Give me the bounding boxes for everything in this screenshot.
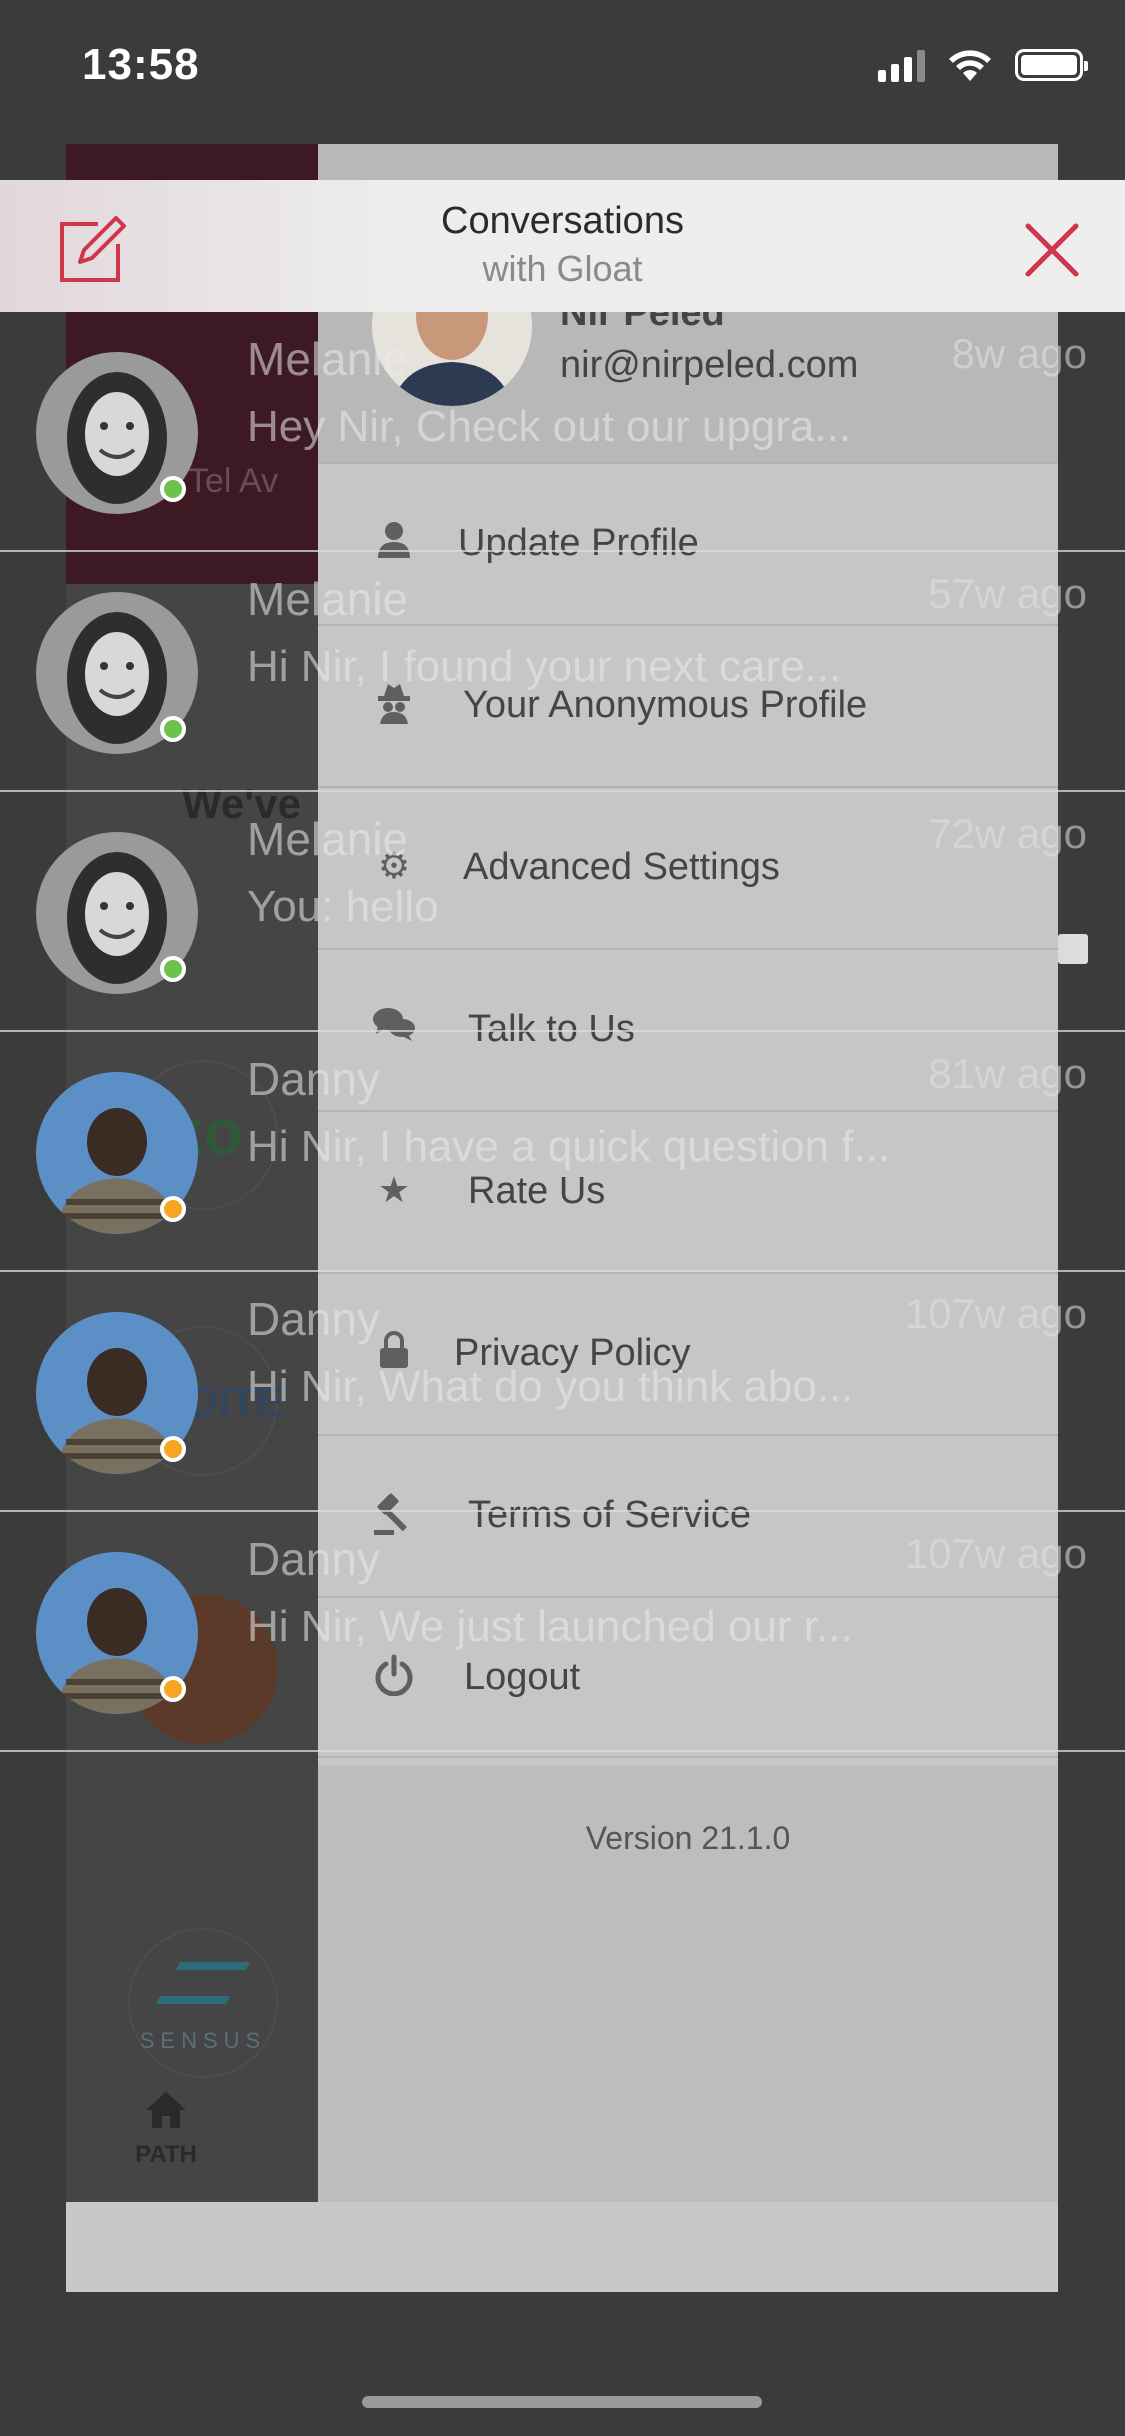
tab-path[interactable]: PATH [118, 2090, 214, 2169]
page-title: Conversations [441, 200, 684, 242]
home-indicator[interactable] [362, 2396, 762, 2408]
online-status-dot [160, 956, 186, 982]
conversation-item[interactable]: Danny Hi Nir, What do you think abo... 1… [0, 1272, 1125, 1512]
conversation-name: Danny [247, 1533, 380, 1585]
conversation-name: Danny [247, 1293, 380, 1345]
wifi-icon [949, 50, 991, 81]
conversation-time: 107w ago [904, 1290, 1087, 1337]
conversation-preview: Hi Nir, What do you think abo... [247, 1362, 854, 1411]
conversation-name: Melanie [247, 333, 409, 385]
conversation-preview: Hi Nir, I have a quick question f... [247, 1122, 891, 1171]
conversation-item[interactable]: Melanie You: hello 72w ago [0, 792, 1125, 1032]
conversation-item[interactable]: Danny Hi Nir, We just launched our r... … [0, 1512, 1125, 1752]
battery-icon [1015, 49, 1088, 81]
screen: 13:58 Tel Av We've ko DITE SENSUS PATH N… [0, 0, 1125, 2436]
conversation-preview: Hi Nir, I found your next care... [247, 642, 842, 691]
home-icon [146, 2092, 186, 2128]
conversation-name: Melanie [247, 813, 409, 865]
conversation-preview: Hi Nir, We just launched our r... [247, 1602, 853, 1651]
online-status-dot [160, 716, 186, 742]
status-icons [878, 48, 1088, 82]
conversation-preview: You: hello [247, 882, 439, 931]
conversation-name: Melanie [247, 573, 409, 625]
conversation-name: Danny [247, 1053, 380, 1105]
conversation-time: 8w ago [951, 330, 1087, 377]
conversations-header: Conversations with Gloat [0, 180, 1125, 312]
status-time: 13:58 [82, 40, 200, 89]
conversation-time: 81w ago [928, 1050, 1087, 1097]
app-version: Version 21.1.0 [585, 1820, 791, 1856]
tab-path-label: PATH [135, 2141, 197, 2168]
away-status-dot [160, 1196, 186, 1222]
conversation-item[interactable]: Danny Hi Nir, I have a quick question f.… [0, 1032, 1125, 1272]
conversation-time: 72w ago [928, 810, 1087, 857]
conversation-item[interactable]: Melanie Hi Nir, I found your next care..… [0, 552, 1125, 792]
close-icon[interactable] [1022, 220, 1082, 280]
away-status-dot [160, 1436, 186, 1462]
company-logo-text: SENSUS [139, 2028, 267, 2053]
conversation-preview: Hey Nir, Check out our upgra... [247, 402, 852, 451]
conversation-time: 107w ago [904, 1530, 1087, 1577]
page-subtitle: with Gloat [482, 248, 643, 289]
away-status-dot [160, 1676, 186, 1702]
conversation-item[interactable]: Melanie Hey Nir, Check out our upgra... … [0, 312, 1125, 552]
conversation-time: 57w ago [928, 570, 1087, 617]
signal-icon [878, 48, 925, 82]
online-status-dot [160, 476, 186, 502]
